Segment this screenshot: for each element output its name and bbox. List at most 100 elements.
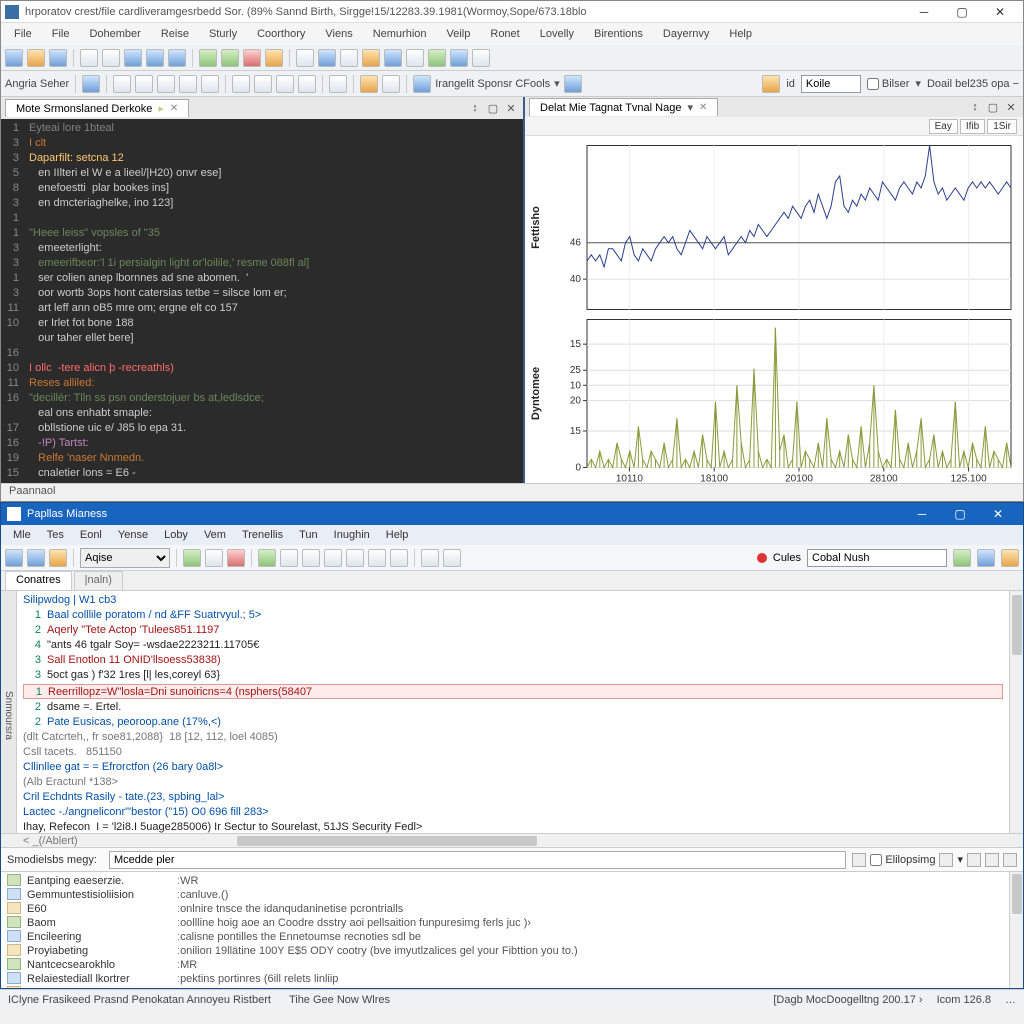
find-icon[interactable] [296, 49, 314, 67]
menu-coorthory[interactable]: Coorthory [248, 26, 314, 42]
menu-veilp[interactable]: Veilp [438, 26, 480, 42]
prop-row[interactable]: Andiallosiae corelation: s'csuhne domeng… [7, 986, 1003, 988]
opt-m-icon[interactable] [382, 75, 400, 93]
c-new-icon[interactable] [5, 549, 23, 567]
prop-row[interactable]: Encileering: calisne pontilles the Ennet… [7, 930, 1003, 944]
c-help-icon[interactable] [1001, 549, 1019, 567]
cmenu-trenellis[interactable]: Trenellis [234, 527, 291, 543]
bookmark-icon[interactable] [362, 49, 380, 67]
c-back-icon[interactable] [421, 549, 439, 567]
zoom-icon[interactable] [318, 49, 336, 67]
cut-icon[interactable] [124, 49, 142, 67]
cmenu-eonl[interactable]: Eonl [72, 527, 110, 543]
plot-btn-eay[interactable]: Eay [929, 119, 958, 134]
c-save-icon[interactable] [27, 549, 45, 567]
prop-row[interactable]: Gemmuntestisioliision: canluve.() [7, 888, 1003, 902]
c-fwd-icon[interactable] [443, 549, 461, 567]
panel-close-icon[interactable]: ✕ [503, 100, 519, 116]
c-opt4-icon[interactable] [390, 549, 408, 567]
opt-a-icon[interactable] [82, 75, 100, 93]
menu-viens[interactable]: Viens [316, 26, 361, 42]
imm-icon-a[interactable] [852, 853, 866, 867]
code-editor[interactable]: 1335831133131110161011161716191520112121… [1, 119, 523, 483]
opt-e-icon[interactable] [179, 75, 197, 93]
help-icon[interactable] [472, 49, 490, 67]
opt-h-icon[interactable] [254, 75, 272, 93]
c-run-icon[interactable] [183, 549, 201, 567]
opt-f-icon[interactable] [201, 75, 219, 93]
props-vscroll[interactable] [1009, 872, 1023, 988]
opt-l-icon[interactable] [360, 75, 378, 93]
tool-box-icon[interactable] [413, 75, 431, 93]
copy-icon[interactable] [146, 49, 164, 67]
close-tab-icon[interactable]: ✕ [170, 103, 178, 114]
menu-file[interactable]: File [43, 26, 79, 42]
imm-icon-d[interactable] [985, 853, 999, 867]
menu-dayernvy[interactable]: Dayernvy [654, 26, 718, 42]
code-tab[interactable]: Mote Srmonslaned Derkoke ▸ ✕ [5, 99, 189, 117]
prop-row[interactable]: Baom: oollline hoig aoe an Coodre dsstry… [7, 916, 1003, 930]
new-icon[interactable] [5, 49, 23, 67]
menu-ronet[interactable]: Ronet [481, 26, 528, 42]
cmenu-loby[interactable]: Loby [156, 527, 196, 543]
properties-list[interactable]: Eantping eaeserzie.: WRGemmuntestisiolii… [1, 872, 1009, 988]
plot-icon[interactable] [384, 49, 402, 67]
opt-k-icon[interactable] [329, 75, 347, 93]
plot-menu-icon[interactable]: ↕ [967, 99, 983, 115]
c-chart-icon[interactable] [258, 549, 276, 567]
maximize-button[interactable]: ▢ [943, 2, 981, 22]
tab-naln[interactable]: |naln) [74, 571, 123, 590]
opt-j-icon[interactable] [298, 75, 316, 93]
bilser-check[interactable]: Bilser [867, 78, 910, 90]
undo-icon[interactable] [80, 49, 98, 67]
immediate-input[interactable] [109, 851, 846, 869]
menu-nemurhion[interactable]: Nemurhion [364, 26, 436, 42]
plot-panel-close-icon[interactable]: ✕ [1003, 99, 1019, 115]
imm-icon-e[interactable] [1003, 853, 1017, 867]
panel-menu-icon[interactable]: ↕ [467, 100, 483, 116]
c-down-icon[interactable] [302, 549, 320, 567]
console-hscroll[interactable]: < _(/Ablert) [1, 833, 1023, 847]
paste-icon[interactable] [168, 49, 186, 67]
minimize-button[interactable]: ─ [905, 2, 943, 22]
imm-check[interactable]: Elilopsimg [870, 854, 935, 866]
console-output[interactable]: Silipwdog | W1 cb31Baal colllile poratom… [17, 591, 1009, 833]
plot-area[interactable]: 40152025460151010110181002010028100125.1… [525, 136, 1023, 483]
imm-icon-c[interactable] [967, 853, 981, 867]
cmenu-tun[interactable]: Tun [291, 527, 326, 543]
plot-btn-1sir[interactable]: 1Sir [987, 119, 1017, 134]
table-icon[interactable] [406, 49, 424, 67]
console-vscroll[interactable] [1009, 591, 1023, 833]
close-button[interactable]: ✕ [981, 2, 1019, 22]
console-minimize-button[interactable]: ─ [903, 504, 941, 524]
window-icon[interactable] [450, 49, 468, 67]
prop-row[interactable]: Relaiestediall lkortrer: pektins portinr… [7, 972, 1003, 986]
c-gear-icon[interactable] [977, 549, 995, 567]
prop-row[interactable]: E60: onlnire tnsce the idanqudaninetise … [7, 902, 1003, 916]
cmenu-tes[interactable]: Tes [39, 527, 72, 543]
opt-g-icon[interactable] [232, 75, 250, 93]
menu-lovelly[interactable]: Lovelly [531, 26, 583, 42]
id-input[interactable] [801, 75, 861, 93]
c-folder-icon[interactable] [49, 549, 67, 567]
menu-help[interactable]: Help [720, 26, 761, 42]
prop-row[interactable]: Eantping eaeserzie.: WR [7, 874, 1003, 888]
prop-row[interactable]: Nantcecsearokhlo: MR [7, 958, 1003, 972]
cmenu-help[interactable]: Help [378, 527, 417, 543]
imm-icon-b[interactable] [939, 853, 953, 867]
plot-max-icon[interactable]: ▢ [985, 99, 1001, 115]
grid-icon[interactable] [340, 49, 358, 67]
c-opt1-icon[interactable] [324, 549, 342, 567]
favorite-icon[interactable] [762, 75, 780, 93]
c-stop-icon[interactable] [227, 549, 245, 567]
prop-row[interactable]: Proyiabeting: onilion 19llätine 100Y E$5… [7, 944, 1003, 958]
rec-input[interactable] [807, 549, 947, 567]
cmenu-yense[interactable]: Yense [110, 527, 156, 543]
menu-sturly[interactable]: Sturly [200, 26, 246, 42]
tree-icon[interactable] [428, 49, 446, 67]
opt-b-icon[interactable] [113, 75, 131, 93]
tab-conatres[interactable]: Conatres [5, 571, 72, 590]
redo-icon[interactable] [102, 49, 120, 67]
c-apply-icon[interactable] [953, 549, 971, 567]
plot-tab[interactable]: Delat Mie Tagnat Tvnal Nage ▾ ✕ [529, 98, 718, 116]
